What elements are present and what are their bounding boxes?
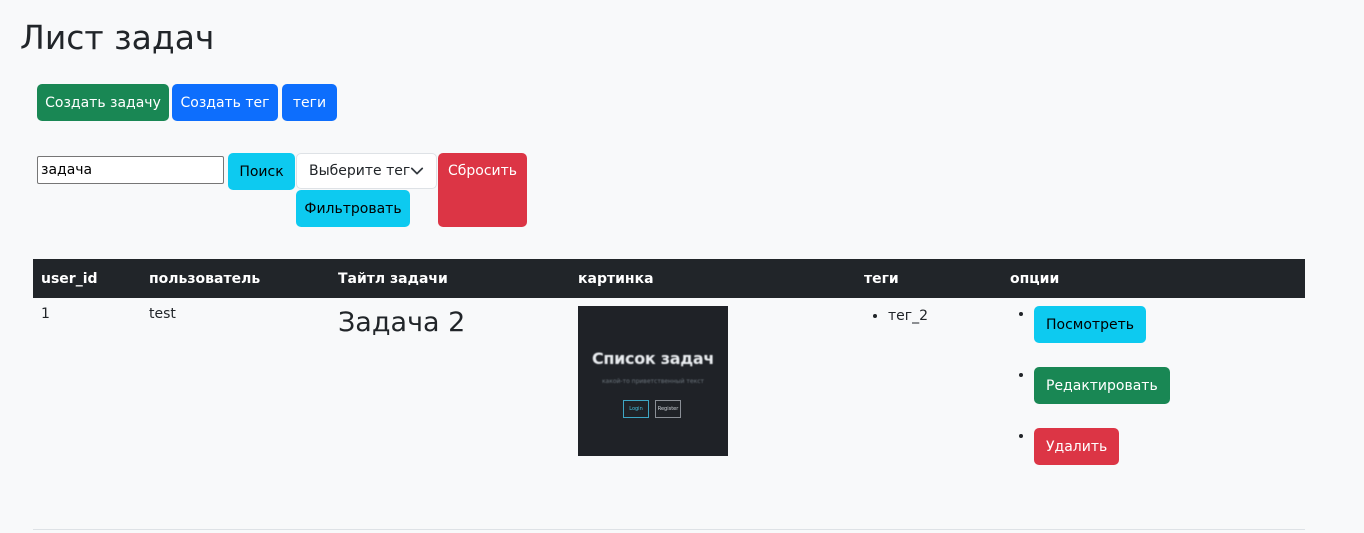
header-tags: теги — [856, 259, 1002, 298]
edit-button[interactable]: Редактировать — [1034, 367, 1170, 404]
search-button[interactable]: Поиск — [228, 153, 295, 190]
header-task-title: Тайтл задачи — [330, 259, 570, 298]
options-list: Посмотреть Редактировать Удалить — [1010, 306, 1297, 489]
delete-button[interactable]: Удалить — [1034, 428, 1120, 465]
search-input[interactable] — [37, 156, 224, 184]
create-task-button[interactable]: Создать задачу — [37, 84, 169, 121]
tag-item: тег_2 — [888, 306, 994, 326]
option-item-edit: Редактировать — [1034, 367, 1297, 428]
cell-image: Список задач какой-то приветственный тек… — [570, 298, 856, 530]
tasks-table: user_id пользователь Тайтл задачи картин… — [33, 259, 1305, 530]
cell-task-title: Задача 2 — [330, 298, 570, 530]
tag-list: тег_2 — [864, 306, 994, 326]
cell-tags: тег_2 — [856, 298, 1002, 530]
task-image-register: Register — [655, 400, 681, 418]
tag-select-value: Выберите тег — [309, 163, 411, 179]
chevron-down-icon — [410, 167, 424, 175]
header-image: картинка — [570, 259, 856, 298]
task-image-subtitle: какой-то приветственный текст — [601, 378, 705, 385]
task-image-login: Login — [623, 400, 649, 418]
reset-button[interactable]: Сбросить — [438, 153, 527, 227]
table-header-row: user_id пользователь Тайтл задачи картин… — [33, 259, 1305, 298]
filter-button[interactable]: Фильтровать — [296, 190, 410, 227]
task-image: Список задач какой-то приветственный тек… — [578, 306, 728, 456]
tag-select[interactable]: Выберите тег — [296, 153, 437, 189]
page-title: Лист задач — [20, 18, 215, 57]
task-title: Задача 2 — [338, 307, 466, 338]
cell-options: Посмотреть Редактировать Удалить — [1002, 298, 1305, 530]
tags-button[interactable]: теги — [282, 84, 337, 121]
header-user-id: user_id — [33, 259, 141, 298]
page: Лист задач Создать задачу Создать тег те… — [0, 0, 1364, 533]
cell-user: test — [141, 298, 330, 530]
task-image-title: Список задач — [591, 349, 715, 368]
header-user: пользователь — [141, 259, 330, 298]
option-item-delete: Удалить — [1034, 428, 1297, 489]
table-row: 1 test Задача 2 Список задач какой-то пр… — [33, 298, 1305, 530]
create-tag-button[interactable]: Создать тег — [172, 84, 278, 121]
view-button[interactable]: Посмотреть — [1034, 306, 1146, 343]
header-options: опции — [1002, 259, 1305, 298]
option-item-view: Посмотреть — [1034, 306, 1297, 367]
cell-user-id: 1 — [33, 298, 141, 530]
